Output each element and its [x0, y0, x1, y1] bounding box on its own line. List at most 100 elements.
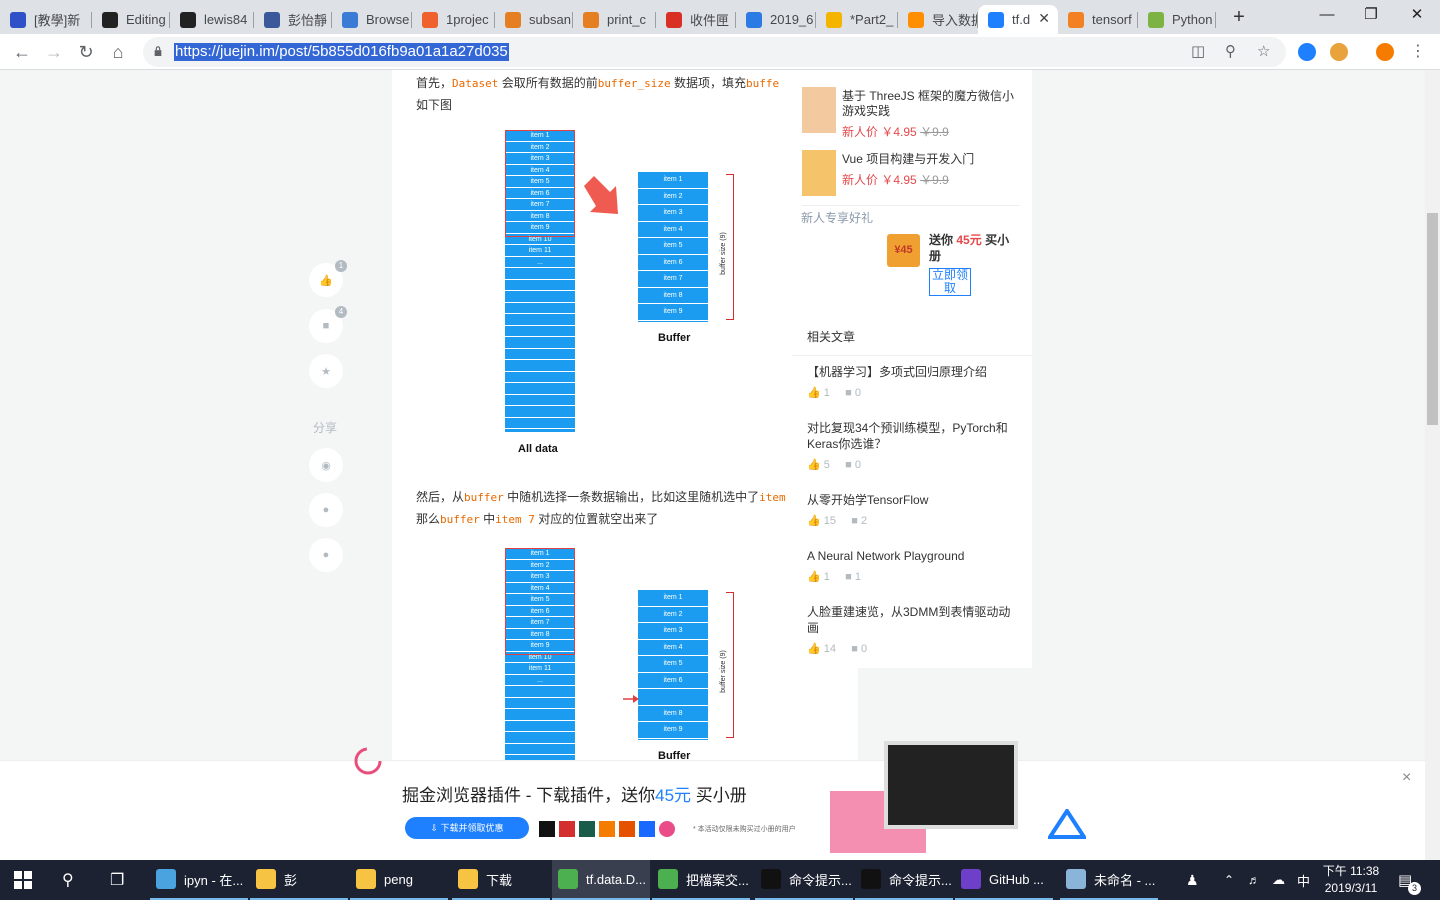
- tab-12[interactable]: tf.d ✕: [978, 5, 1058, 34]
- onedrive-icon[interactable]: ☁: [1272, 860, 1285, 900]
- tab-8[interactable]: 收件匣: [656, 5, 736, 34]
- tray-chevron-icon[interactable]: ⌃: [1224, 860, 1234, 900]
- coupon-icon: ¥45: [887, 234, 920, 267]
- claim-button[interactable]: 立即领取: [929, 268, 971, 296]
- tab-3[interactable]: 彭怡靜: [254, 5, 332, 34]
- divider: [792, 355, 1032, 356]
- taskbar-app[interactable]: 下载: [452, 860, 550, 900]
- comment-icon: ■: [845, 387, 852, 399]
- tab-9[interactable]: 2019_6: [736, 5, 816, 34]
- back-button[interactable]: ←: [8, 39, 36, 65]
- buffer-column: item 1 item 2 item 3 item 4 item 5 item 6 item…: [638, 172, 708, 322]
- comment-count: 2: [861, 515, 868, 527]
- buffer-item: item 8: [638, 288, 708, 304]
- notification-button[interactable]: ▤ 3: [1398, 860, 1421, 900]
- share-weibo-button[interactable]: ◉: [309, 448, 343, 482]
- close-banner-button[interactable]: ×: [1402, 769, 1411, 787]
- bookmark-star-icon[interactable]: ☆: [1257, 42, 1270, 60]
- comment-button[interactable]: ■ 4: [309, 306, 347, 343]
- url-text[interactable]: https://juejin.im/post/5b855d016fb9a01a1…: [174, 43, 509, 61]
- close-window-button[interactable]: ✕: [1394, 4, 1440, 30]
- data-item: [505, 291, 575, 303]
- app-icon: [658, 869, 678, 889]
- minimize-button[interactable]: —: [1304, 4, 1350, 30]
- taskbar-app[interactable]: 命令提示...: [755, 860, 853, 900]
- ime-indicator[interactable]: 中: [1297, 860, 1310, 900]
- buffer-item: item 2: [638, 607, 708, 623]
- home-button[interactable]: ⌂: [104, 39, 132, 65]
- forward-button[interactable]: →: [40, 39, 68, 65]
- related-article-link[interactable]: 人脸重建速览，从3DMM到表情驱动动画: [807, 604, 1019, 636]
- buffer-column: item 1 item 2 item 3 item 4 item 5 item 6 item…: [638, 590, 708, 740]
- app-icon: [761, 869, 781, 889]
- tab-2[interactable]: lewis84: [170, 5, 254, 34]
- start-button[interactable]: [14, 860, 36, 900]
- orange-doc-icon: [583, 11, 599, 28]
- tab-11[interactable]: 导入数据: [898, 5, 978, 34]
- taskbar-app-label: tf.data.D...: [586, 871, 646, 887]
- thumbs-up-icon: 👍: [807, 515, 821, 527]
- volume-icon[interactable]: ♬: [1248, 860, 1260, 900]
- owl-extension-icon[interactable]: [1330, 43, 1348, 61]
- taskbar-app[interactable]: 命令提示...: [855, 860, 953, 900]
- search-icon[interactable]: ⚲: [62, 860, 74, 900]
- juejin-logo-icon: [1048, 809, 1086, 839]
- favorite-button[interactable]: ★: [309, 354, 343, 388]
- translate-icon[interactable]: ◫: [1191, 42, 1205, 60]
- share-qq-button[interactable]: ●: [309, 493, 343, 527]
- paragraph-1-line-2: 如下图: [416, 98, 453, 112]
- taskbar-app[interactable]: peng: [350, 860, 448, 900]
- browser-toolbar: ← → ↻ ⌂ https://juejin.im/post/5b855d016…: [0, 34, 1440, 70]
- tab-6[interactable]: subsan: [495, 5, 573, 34]
- people-icon[interactable]: ♟: [1186, 860, 1199, 900]
- tab-5[interactable]: 1projec: [412, 5, 495, 34]
- dribbble-icon: [659, 821, 675, 837]
- promo-amount: 45元: [956, 233, 982, 247]
- book-cover[interactable]: [802, 87, 836, 133]
- taskbar-app[interactable]: 未命名 - ...: [1060, 860, 1158, 900]
- download-button[interactable]: ⇩ 下载并领取优惠: [405, 817, 529, 839]
- thumbs-up-icon: 👍: [807, 387, 821, 399]
- book-title[interactable]: 基于 ThreeJS 框架的魔方微信小游戏实践: [842, 89, 1020, 119]
- data-item: [505, 383, 575, 395]
- related-article-link[interactable]: 从零开始学TensorFlow: [807, 492, 1019, 508]
- task-view-icon[interactable]: ❐: [110, 860, 124, 900]
- share-wechat-button[interactable]: ●: [309, 538, 343, 572]
- zoom-icon[interactable]: ⚲: [1225, 42, 1236, 60]
- new-tab-button[interactable]: +: [1228, 6, 1250, 29]
- taskbar-app[interactable]: 把檔案交...: [652, 860, 750, 900]
- taskbar-app[interactable]: tf.data.D...: [552, 860, 650, 900]
- windows-logo-icon: [14, 871, 32, 889]
- tab-1[interactable]: Editing: [92, 5, 170, 34]
- tab-label: lewis84: [204, 12, 248, 27]
- clock[interactable]: 下午 11:38 2019/3/11: [1318, 863, 1384, 897]
- scrollbar-thumb[interactable]: [1427, 213, 1438, 425]
- book-cover[interactable]: [802, 150, 836, 196]
- vertical-scrollbar[interactable]: [1425, 70, 1440, 860]
- related-article-link[interactable]: 【机器学习】多项式回归原理介绍: [807, 364, 1019, 380]
- facebook-icon: [264, 11, 280, 28]
- related-article-link[interactable]: 对比复现34个预训练模型，PyTorch和Keras你选谁？: [807, 420, 1019, 452]
- tab-10[interactable]: *Part2_: [816, 5, 898, 34]
- tab-13[interactable]: tensorf: [1058, 5, 1138, 34]
- tab-separator: [1215, 12, 1216, 28]
- menu-icon[interactable]: ⋮: [1404, 39, 1432, 65]
- tab-7[interactable]: print_c: [573, 5, 656, 34]
- taskbar-app[interactable]: ipyn - 在...: [150, 860, 248, 900]
- tab-14[interactable]: Python: [1138, 5, 1216, 34]
- tab-4[interactable]: Browse: [332, 5, 412, 34]
- tab-0[interactable]: [教學]新: [0, 5, 92, 34]
- restore-button[interactable]: ❐: [1348, 4, 1394, 30]
- related-article-link[interactable]: A Neural Network Playground: [807, 548, 1019, 564]
- reload-button[interactable]: ↻: [72, 39, 100, 65]
- juejin-extension-icon[interactable]: [1298, 43, 1316, 61]
- data-item: [505, 349, 575, 360]
- profile-avatar[interactable]: [1376, 43, 1394, 61]
- taskbar-app[interactable]: GitHub ...: [955, 860, 1053, 900]
- close-tab-icon[interactable]: ✕: [1038, 10, 1050, 27]
- taskbar-app[interactable]: 彭: [250, 860, 348, 900]
- like-button[interactable]: 👍 1: [309, 260, 347, 297]
- address-bar[interactable]: https://juejin.im/post/5b855d016fb9a01a1…: [143, 37, 1286, 67]
- data-item: [505, 268, 575, 280]
- book-title[interactable]: Vue 项目构建与开发入门: [842, 152, 1020, 167]
